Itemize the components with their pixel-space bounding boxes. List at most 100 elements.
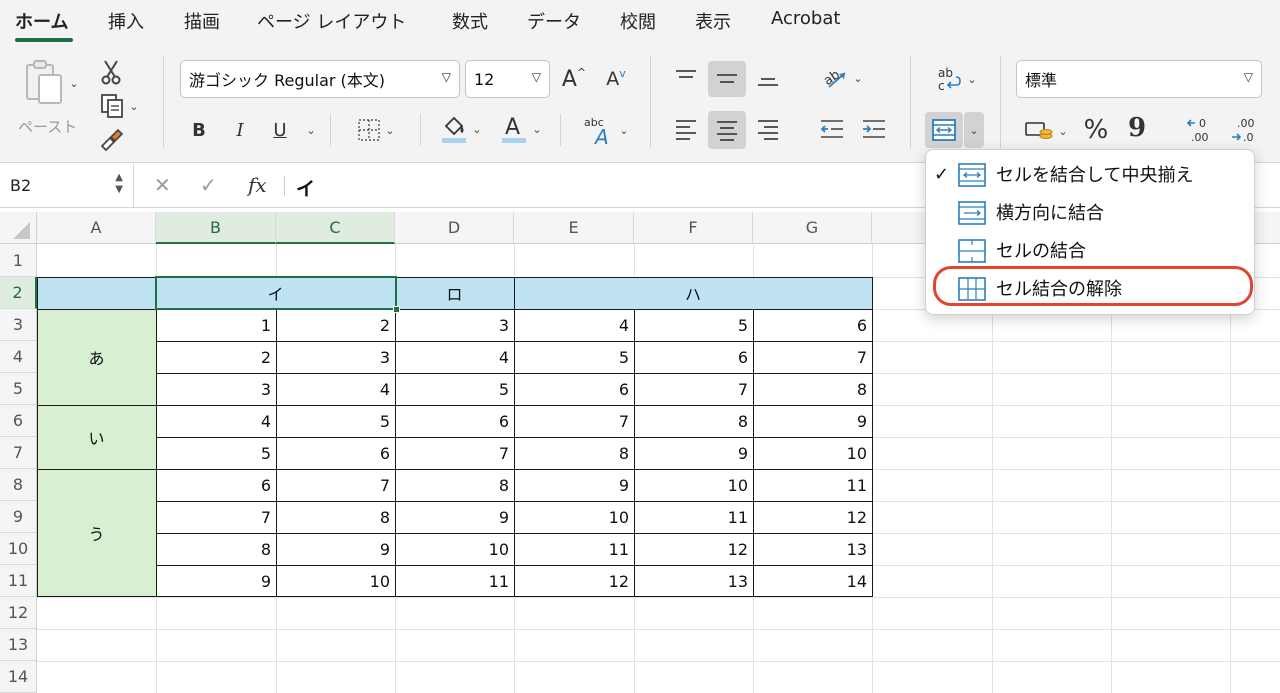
table-cell[interactable]: 10	[514, 501, 634, 533]
orientation-dropdown-icon[interactable]: ⌄	[853, 72, 862, 85]
table-cell[interactable]: 8	[395, 469, 514, 501]
copy-dropdown-icon[interactable]: ⌄	[129, 100, 138, 113]
table-cell[interactable]: 14	[753, 565, 872, 597]
tab-page-layout[interactable]: ページ レイアウト	[257, 8, 406, 34]
number-format-select[interactable]: 標準 ▽	[1016, 60, 1262, 98]
tab-review[interactable]: 校閲	[620, 8, 656, 34]
copy-button[interactable]: ⌄	[94, 92, 144, 120]
table-cell[interactable]: 7	[514, 405, 634, 437]
cancel-icon[interactable]: ✕	[154, 173, 171, 197]
row-header-10[interactable]: 10	[0, 533, 37, 565]
fill-color-button[interactable]: ⌄	[436, 112, 486, 146]
decrease-indent-button[interactable]	[814, 112, 850, 146]
underline-button[interactable]: U	[266, 114, 294, 146]
select-all-corner[interactable]	[0, 212, 37, 244]
row-header-1[interactable]: 1	[0, 244, 37, 277]
table-cell[interactable]: 13	[634, 565, 753, 597]
table-cell[interactable]: 9	[753, 405, 872, 437]
merged-cell-a6-a7[interactable]: い	[37, 405, 156, 469]
column-header-a[interactable]: A	[37, 212, 156, 244]
table-cell[interactable]: 6	[156, 469, 276, 501]
table-cell[interactable]: 5	[514, 341, 634, 373]
function-icon[interactable]: fx	[248, 173, 267, 197]
table-cell[interactable]: 1	[156, 309, 276, 341]
tab-draw[interactable]: 描画	[184, 8, 220, 34]
table-cell[interactable]: 10	[753, 437, 872, 469]
increase-indent-button[interactable]	[856, 112, 892, 146]
table-cell[interactable]: 7	[276, 469, 395, 501]
table-cell[interactable]: 8	[514, 437, 634, 469]
tab-home[interactable]: ホーム	[15, 8, 68, 34]
table-cell[interactable]: 5	[395, 373, 514, 405]
fill-handle[interactable]	[393, 306, 400, 313]
table-cell[interactable]: 10	[276, 565, 395, 597]
underline-dropdown-icon[interactable]: ⌄	[304, 120, 318, 140]
wrap-text-button[interactable]: ab c ⌄	[928, 61, 984, 97]
accounting-dropdown-icon[interactable]: ⌄	[1058, 125, 1067, 138]
tab-insert[interactable]: 挿入	[108, 8, 144, 34]
phonetic-guide-button[interactable]: abc A ⌄	[578, 112, 634, 148]
table-cell[interactable]: 4	[156, 405, 276, 437]
merge-center-button[interactable]	[925, 112, 963, 148]
comma-style-button[interactable]: 9	[1122, 110, 1152, 146]
column-header-f[interactable]: F	[634, 212, 753, 244]
font-name-select[interactable]: 游ゴシック Regular (本文) ▽	[180, 60, 460, 98]
table-cell[interactable]: 8	[156, 533, 276, 565]
row-header-5[interactable]: 5	[0, 373, 37, 405]
merge-dropdown-button[interactable]: ⌄	[964, 112, 984, 148]
table-cell[interactable]: 11	[634, 501, 753, 533]
orientation-button[interactable]: ab ⌄	[815, 61, 869, 95]
name-box-stepper-icon[interactable]: ▲ ▼	[115, 172, 123, 196]
table-cell[interactable]: 12	[753, 501, 872, 533]
decrease-decimal-button[interactable]: .00 .0	[1226, 112, 1262, 148]
bold-button[interactable]: B	[185, 114, 213, 146]
table-cell[interactable]: 5	[156, 437, 276, 469]
fill-color-dropdown-icon[interactable]: ⌄	[472, 123, 481, 136]
column-header-g[interactable]: G	[753, 212, 872, 244]
accounting-format-button[interactable]: ⌄	[1018, 114, 1074, 148]
row-header-6[interactable]: 6	[0, 405, 37, 437]
menu-item-merge-across[interactable]: 横方向に結合	[926, 194, 1256, 230]
menu-item-merge-cells[interactable]: セルの結合	[926, 232, 1256, 268]
table-cell[interactable]: 8	[276, 501, 395, 533]
column-header-d[interactable]: D	[395, 212, 514, 244]
table-cell[interactable]: 8	[634, 405, 753, 437]
table-cell[interactable]: 9	[156, 565, 276, 597]
paste-button[interactable]: ⌄	[16, 58, 86, 108]
cell-d2[interactable]: ロ	[395, 277, 514, 309]
align-right-button[interactable]	[750, 112, 786, 146]
column-header-b[interactable]: B	[156, 212, 276, 244]
table-cell[interactable]: 6	[395, 405, 514, 437]
tab-formulas[interactable]: 数式	[452, 8, 488, 34]
menu-item-merge-and-center[interactable]: ✓ セルを結合して中央揃え	[926, 156, 1256, 192]
cell-a2[interactable]	[37, 277, 156, 309]
borders-button[interactable]: ⌄	[348, 114, 404, 146]
merged-cell-e2-g2[interactable]: ハ	[514, 277, 872, 309]
column-header-c[interactable]: C	[276, 212, 395, 244]
table-cell[interactable]: 4	[395, 341, 514, 373]
table-cell[interactable]: 6	[514, 373, 634, 405]
align-center-button[interactable]	[708, 111, 746, 149]
column-header-e[interactable]: E	[514, 212, 634, 244]
table-cell[interactable]: 2	[276, 309, 395, 341]
table-cell[interactable]: 6	[634, 341, 753, 373]
italic-button[interactable]: I	[226, 114, 254, 146]
table-cell[interactable]: 10	[634, 469, 753, 501]
table-cell[interactable]: 8	[753, 373, 872, 405]
row-header-9[interactable]: 9	[0, 501, 37, 533]
row-header-4[interactable]: 4	[0, 341, 37, 373]
row-header-11[interactable]: 11	[0, 565, 37, 597]
table-cell[interactable]: 3	[276, 341, 395, 373]
table-cell[interactable]: 6	[753, 309, 872, 341]
row-header-3[interactable]: 3	[0, 309, 37, 341]
table-cell[interactable]: 3	[156, 373, 276, 405]
table-cell[interactable]: 12	[634, 533, 753, 565]
table-cell[interactable]: 11	[753, 469, 872, 501]
decrease-font-size-button[interactable]: Av	[600, 62, 632, 96]
row-header-2[interactable]: 2	[0, 277, 37, 309]
table-cell[interactable]: 7	[634, 373, 753, 405]
table-cell[interactable]: 9	[395, 501, 514, 533]
align-bottom-button[interactable]	[750, 61, 786, 95]
align-left-button[interactable]	[668, 112, 704, 146]
row-header-13[interactable]: 13	[0, 629, 37, 661]
